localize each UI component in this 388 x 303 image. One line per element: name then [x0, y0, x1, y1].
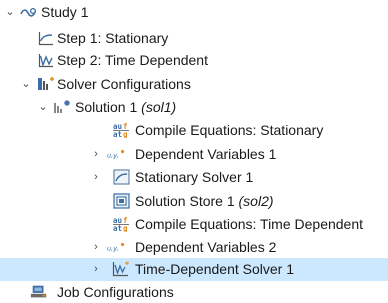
- tree-node-label: Study 1: [41, 4, 89, 20]
- solution-tag: (sol1): [141, 99, 177, 115]
- tree-node-compile-equations-time-dependent[interactable]: au at f g Compile Equations: Time Depend…: [0, 213, 388, 235]
- svg-text:at: at: [113, 130, 122, 138]
- model-tree: ⌄ Study 1 Step 1: Stationary Step 2: Tim…: [0, 0, 388, 303]
- expand-arrow-icon[interactable]: ⌄: [20, 73, 32, 95]
- tree-node-label: Dependent Variables 2: [135, 239, 277, 255]
- tree-node-dependent-variables-2[interactable]: › u,y, Dependent Variables 2: [0, 236, 388, 258]
- stationary-step-icon: [37, 30, 55, 46]
- tree-node-compile-equations-stationary[interactable]: au at f g Compile Equations: Stationary: [0, 119, 388, 141]
- solution-tag: (sol2): [238, 193, 274, 209]
- svg-text:g: g: [123, 130, 128, 138]
- tree-node-time-dependent-solver-1[interactable]: › Time-Dependent Solver 1: [0, 258, 388, 281]
- tree-node-label: Compile Equations: Stationary: [135, 122, 324, 138]
- tree-node-label: Stationary Solver 1: [135, 169, 254, 185]
- tree-node-label: Solution Store 1 (sol2): [135, 193, 274, 209]
- time-dependent-solver-icon: [112, 261, 130, 277]
- tree-node-solution-1[interactable]: ⌄ Solution 1 (sol1): [0, 96, 388, 118]
- tree-node-step-1[interactable]: Step 1: Stationary: [0, 27, 388, 49]
- tree-node-step-2[interactable]: Step 2: Time Dependent: [0, 49, 388, 71]
- tree-node-study-1[interactable]: ⌄ Study 1: [0, 1, 388, 23]
- tree-node-job-configurations[interactable]: Job Configurations: [0, 281, 388, 303]
- svg-text:u,y,: u,y,: [107, 244, 119, 252]
- compile-equations-icon: au at f g: [112, 122, 130, 138]
- tree-node-label: Solution 1 (sol1): [75, 99, 177, 115]
- job-configurations-icon: [30, 284, 48, 300]
- dependent-variables-icon: u,y,: [107, 146, 125, 162]
- tree-node-label: Step 1: Stationary: [57, 30, 169, 46]
- solver-configurations-icon: [37, 76, 55, 92]
- tree-node-label: Job Configurations: [57, 284, 174, 300]
- solution-icon: [53, 99, 71, 115]
- compile-equations-icon: au at f g: [112, 216, 130, 232]
- tree-node-solution-store-1[interactable]: Solution Store 1 (sol2): [0, 190, 388, 212]
- tree-node-dependent-variables-1[interactable]: › u,y, Dependent Variables 1: [0, 143, 388, 165]
- solution-store-icon: [112, 193, 130, 209]
- expand-arrow-icon[interactable]: ⌄: [37, 96, 49, 118]
- tree-node-stationary-solver-1[interactable]: › Stationary Solver 1: [0, 166, 388, 188]
- tree-node-label: Step 2: Time Dependent: [57, 52, 208, 68]
- expand-arrow-icon[interactable]: ⌄: [4, 1, 16, 23]
- tree-node-label: Solver Configurations: [57, 76, 191, 92]
- time-dependent-step-icon: [37, 52, 55, 68]
- svg-text:g: g: [123, 224, 128, 232]
- collapse-arrow-icon[interactable]: ›: [90, 258, 102, 280]
- tree-node-label: Time-Dependent Solver 1: [135, 261, 295, 277]
- tree-node-label: Compile Equations: Time Dependent: [135, 216, 364, 232]
- collapse-arrow-icon[interactable]: ›: [90, 236, 102, 258]
- tree-node-label: Dependent Variables 1: [135, 146, 277, 162]
- tree-node-solver-configurations[interactable]: ⌄ Solver Configurations: [0, 73, 388, 95]
- study-icon: [20, 4, 38, 20]
- collapse-arrow-icon[interactable]: ›: [90, 143, 102, 165]
- stationary-solver-icon: [112, 169, 130, 185]
- dependent-variables-icon: u,y,: [107, 239, 125, 255]
- svg-text:u,y,: u,y,: [107, 151, 119, 159]
- svg-text:at: at: [113, 224, 122, 232]
- collapse-arrow-icon[interactable]: ›: [90, 166, 102, 188]
